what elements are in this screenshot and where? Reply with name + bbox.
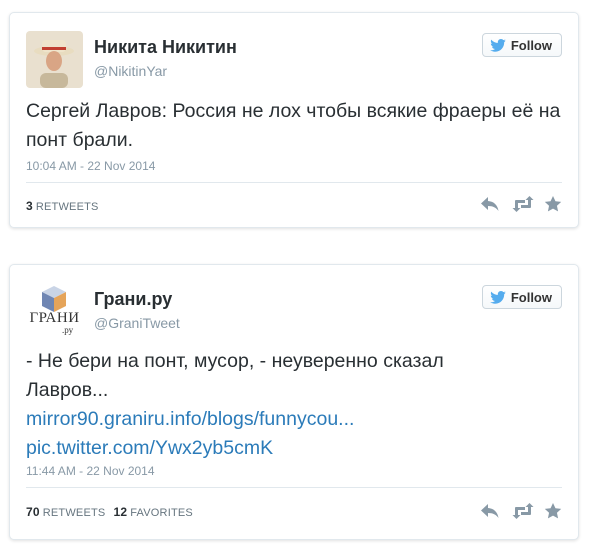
- tweet-media-link[interactable]: pic.twitter.com/Ywx2yb5cmK: [26, 434, 526, 463]
- reply-icon[interactable]: [480, 196, 500, 212]
- retweet-icon[interactable]: [512, 196, 534, 212]
- retweets-count: 3: [26, 199, 33, 213]
- follow-button[interactable]: Follow: [481, 285, 562, 309]
- twitter-bird-icon: [490, 38, 506, 52]
- follow-button[interactable]: Follow: [481, 33, 562, 57]
- user-name[interactable]: Никита Никитин: [94, 37, 237, 58]
- retweets-stat[interactable]: 3 RETWEETS: [26, 199, 99, 213]
- tweet-card: Никита Никитин @NikitinYar Follow Сергей…: [9, 12, 579, 228]
- user-handle[interactable]: @NikitinYar: [94, 63, 167, 79]
- retweet-icon[interactable]: [512, 503, 534, 519]
- retweets-label: RETWEETS: [42, 507, 106, 519]
- favorite-icon[interactable]: [544, 196, 564, 212]
- user-name[interactable]: Грани.ру: [94, 289, 172, 310]
- tweet-link[interactable]: mirror90.graniru.info/blogs/funnycou...: [26, 405, 526, 434]
- follow-label: Follow: [510, 289, 552, 305]
- tweet-actions: [480, 503, 564, 519]
- reply-icon[interactable]: [480, 503, 500, 519]
- avatar-subtext: .ру: [62, 325, 74, 335]
- tweet-body: - Не бери на понт, мусор, - неуверенно с…: [26, 347, 526, 463]
- divider: [26, 182, 562, 183]
- tweet-stats: 70 RETWEETS 12 FAVORITES: [26, 505, 193, 519]
- timestamp[interactable]: 10:04 AM - 22 Nov 2014: [26, 159, 155, 173]
- favorite-icon[interactable]: [544, 503, 564, 519]
- avatar[interactable]: [26, 31, 83, 88]
- avatar[interactable]: ГРАНИ .ру: [26, 283, 83, 340]
- retweets-count: 70: [26, 505, 40, 519]
- favorites-stat[interactable]: 12 FAVORITES: [113, 505, 192, 519]
- tweet-card: ГРАНИ .ру Грани.ру @GraniTweet Follow - …: [9, 264, 579, 540]
- twitter-bird-icon: [490, 290, 506, 304]
- divider: [26, 487, 562, 488]
- retweets-label: RETWEETS: [35, 201, 99, 213]
- favorites-count: 12: [113, 505, 128, 519]
- user-handle[interactable]: @GraniTweet: [94, 315, 180, 331]
- tweet-actions: [480, 196, 564, 212]
- timestamp[interactable]: 11:44 AM - 22 Nov 2014: [26, 464, 155, 478]
- follow-label: Follow: [510, 37, 552, 53]
- favorites-label: FAVORITES: [130, 507, 193, 519]
- avatar-text: ГРАНИ: [29, 310, 80, 326]
- retweets-stat[interactable]: 70 RETWEETS: [26, 505, 105, 519]
- tweet-text: - Не бери на понт, мусор, - неуверенно с…: [26, 350, 444, 401]
- tweet-stats: 3 RETWEETS: [26, 199, 99, 213]
- tweet-text: Сергей Лавров: Россия не лох чтобы всяки…: [26, 100, 561, 151]
